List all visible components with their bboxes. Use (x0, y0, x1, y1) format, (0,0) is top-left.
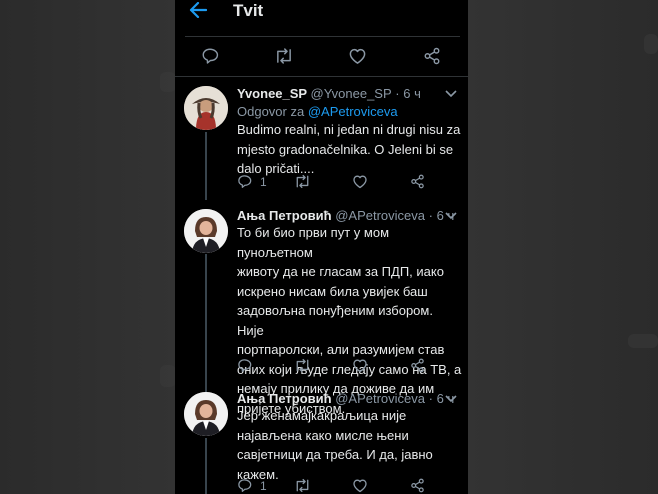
reply-count: 1 (260, 478, 267, 493)
retweet-icon (296, 478, 309, 493)
retweet-button[interactable] (294, 358, 311, 373)
reply-context: Odgovor za @APetroviceva (237, 104, 398, 119)
tweet-actions (175, 358, 468, 380)
tweet-author[interactable]: Yvonee_SP @Yvonee_SP · 6 ч (237, 86, 421, 101)
retweet-icon (296, 174, 309, 189)
reply-icon (238, 175, 252, 188)
arrow-left-icon[interactable] (189, 2, 207, 18)
tweet-time: 6 ч (403, 86, 421, 101)
tweet-author[interactable]: Ања Петровић @APetroviceva · 6 ч (237, 208, 454, 223)
author-name: Yvonee_SP (237, 86, 307, 101)
retweet-button[interactable] (294, 174, 311, 189)
reply-prefix: Odgovor za (237, 104, 308, 119)
avatar[interactable] (184, 86, 228, 130)
main-tweet-actions (175, 47, 468, 69)
like-button[interactable] (352, 478, 368, 493)
author-handle: @Yvonee_SP (310, 86, 392, 101)
user-photo (184, 86, 228, 130)
share-button[interactable] (410, 478, 425, 493)
dot-separator: · (428, 391, 433, 406)
top-bar: Tvit (175, 0, 468, 30)
share-button[interactable] (423, 47, 441, 65)
author-handle: @APetroviceva (335, 391, 426, 406)
author-handle: @APetroviceva (335, 208, 426, 223)
heart-icon (349, 48, 366, 64)
reply-count: 1 (260, 174, 267, 189)
share-icon (411, 478, 424, 493)
share-icon (411, 358, 424, 373)
share-icon (411, 174, 424, 189)
like-button[interactable] (348, 47, 367, 65)
divider (185, 36, 460, 37)
divider (175, 76, 468, 77)
reply-icon (238, 479, 252, 492)
tweet-item[interactable]: Ања Петровић @APetroviceva · 6 ч Јер жен… (175, 389, 468, 494)
like-button[interactable] (352, 358, 368, 373)
chevron-down-icon[interactable] (445, 395, 457, 403)
reply-button[interactable] (237, 358, 260, 373)
author-name: Ања Петровић (237, 208, 332, 223)
reply-icon (202, 48, 219, 64)
reply-button[interactable] (201, 47, 219, 65)
retweet-button[interactable] (294, 478, 311, 493)
retweet-icon (277, 48, 291, 64)
share-icon (424, 47, 440, 65)
share-button[interactable] (410, 358, 425, 373)
chevron-down-icon[interactable] (445, 212, 457, 220)
tweet-text: Јер женамајкакраљица није најављена како… (237, 408, 433, 482)
reply-button[interactable]: 1 (237, 174, 267, 189)
tweet-actions: 1 (175, 174, 468, 196)
twitter-app-screen: Tvit Yvonee_SP @Yvonee_SP · 6 ч Odgovor … (175, 0, 468, 494)
chevron-down-icon[interactable] (445, 90, 457, 98)
heart-icon (353, 359, 367, 373)
retweet-button[interactable] (274, 47, 294, 65)
retweet-icon (296, 358, 309, 373)
heart-icon (353, 175, 367, 189)
background-ghost (160, 365, 176, 387)
background-ghost (160, 72, 176, 92)
author-name: Ања Петровић (237, 391, 332, 406)
reply-icon (238, 359, 252, 372)
tweet-item[interactable]: Ања Петровић @APetroviceva · 6 ч То би б… (175, 206, 468, 416)
tweet-item[interactable]: Yvonee_SP @Yvonee_SP · 6 ч Odgovor za @A… (175, 84, 468, 204)
dot-separator: · (395, 86, 400, 101)
like-button[interactable] (352, 174, 368, 189)
background-ghost (628, 334, 658, 348)
background-right-panel (468, 0, 658, 494)
heart-icon (353, 479, 367, 493)
user-photo (184, 392, 228, 436)
tweet-actions: 1 (175, 478, 468, 494)
tweet-text: Budimo realni, ni jedan ni drugi nisu za… (237, 122, 461, 176)
reply-mention-link[interactable]: @APetroviceva (308, 104, 398, 119)
avatar[interactable] (184, 392, 228, 436)
tweet-author[interactable]: Ања Петровић @APetroviceva · 6 ч (237, 391, 454, 406)
share-button[interactable] (410, 174, 425, 189)
background-left-panel (0, 0, 176, 494)
page-title: Tvit (233, 1, 264, 20)
avatar[interactable] (184, 209, 228, 253)
reply-button[interactable]: 1 (237, 478, 267, 493)
user-photo (184, 209, 228, 253)
background-ghost (644, 34, 658, 54)
dot-separator: · (428, 208, 433, 223)
